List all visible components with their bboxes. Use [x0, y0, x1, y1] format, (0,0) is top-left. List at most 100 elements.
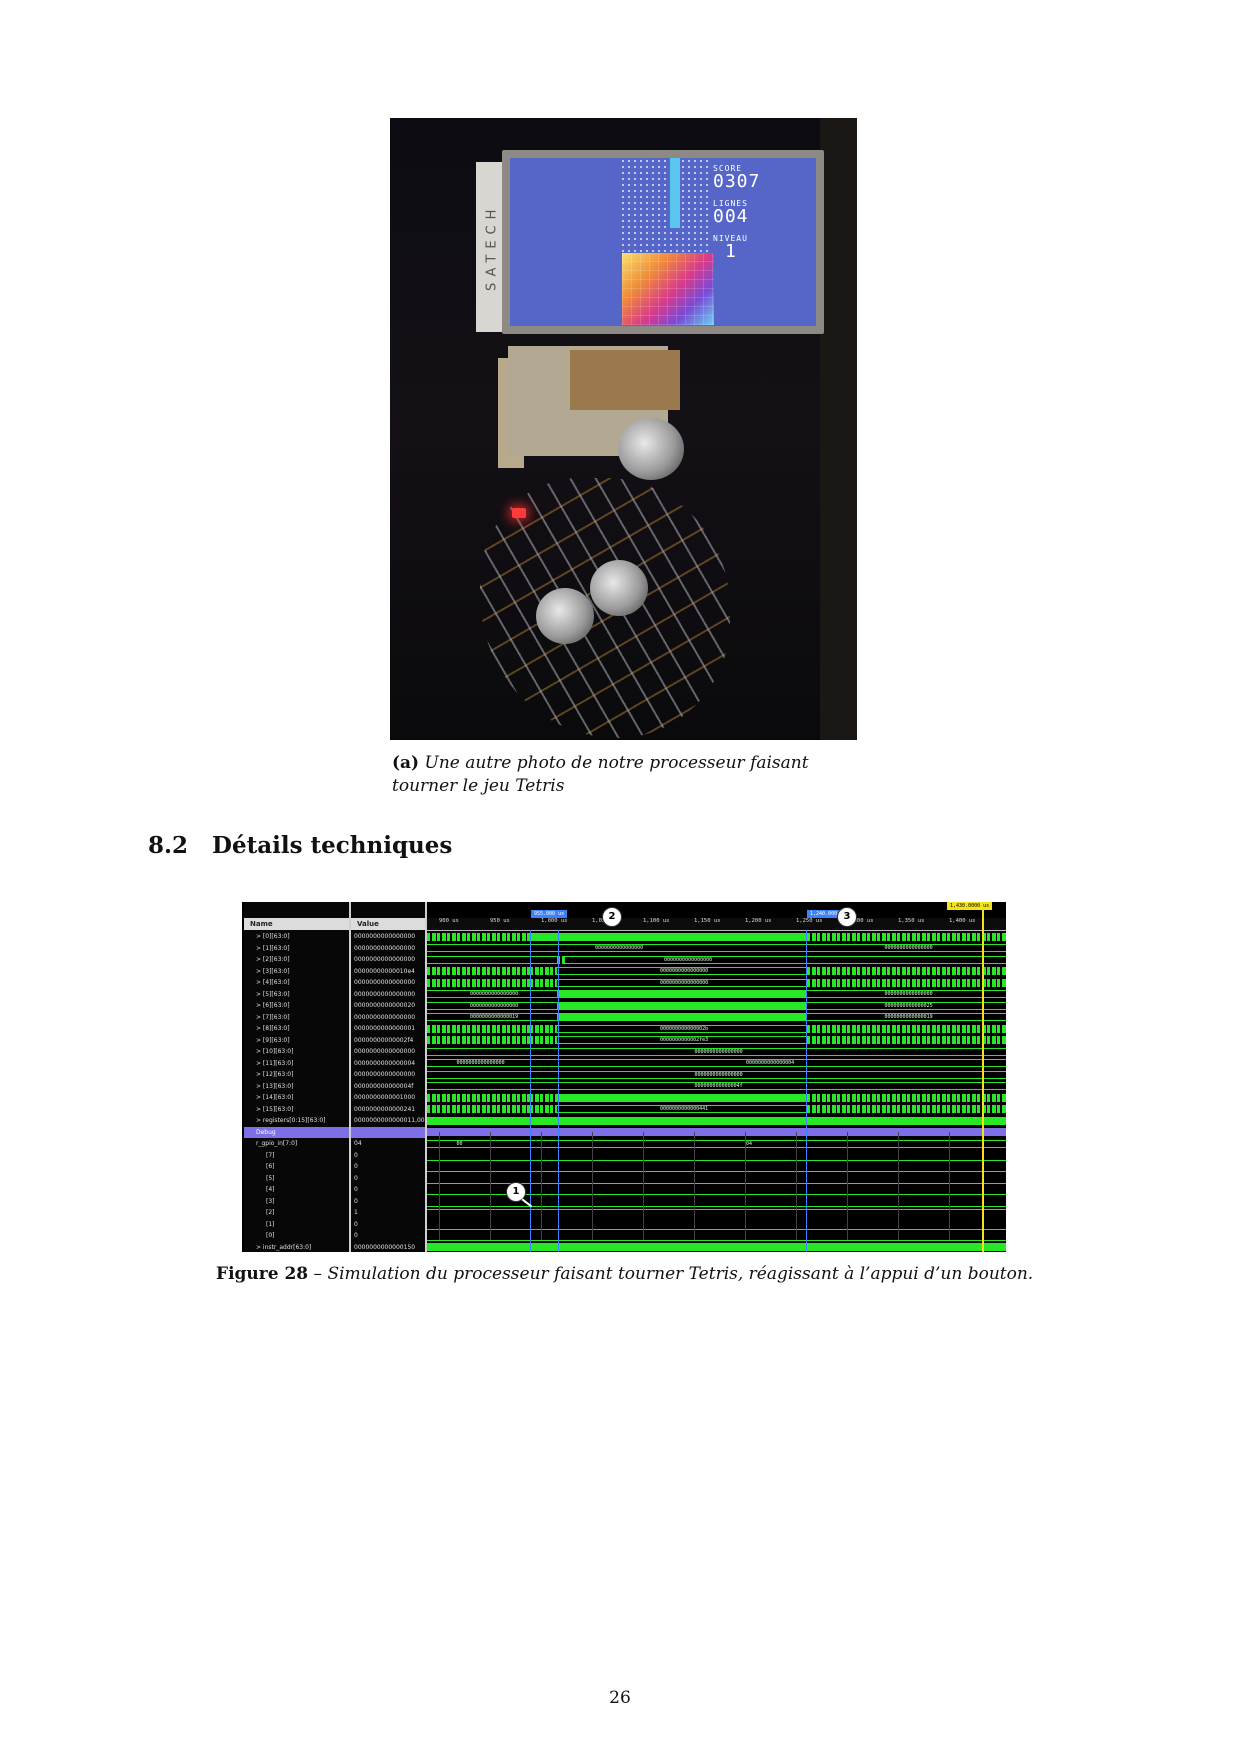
signal-name[interactable]: [3]: [244, 1196, 349, 1208]
bus-waveform: 0000000000000000: [427, 978, 1006, 987]
signal-value: 0000000000000020: [354, 1002, 416, 1009]
signal-name[interactable]: > [5][63:0]: [244, 989, 349, 1001]
subfigure-label: (a): [392, 753, 420, 773]
section-number: 8.2: [148, 832, 189, 859]
red-led: [512, 508, 526, 518]
signal-name[interactable]: > [4][63:0]: [244, 977, 349, 989]
bit-waveform: [427, 1171, 1006, 1172]
signal-name[interactable]: [4]: [244, 1184, 349, 1196]
value-column-header: Value: [351, 918, 425, 930]
grid-line: [490, 1132, 491, 1240]
bus-segment: [557, 1001, 807, 1010]
grid-line: [898, 1132, 899, 1240]
bus-waveform: 0000000000002fe3: [427, 1036, 1006, 1044]
falling-piece: [670, 158, 680, 228]
bus-segment: [530, 1105, 557, 1113]
signal-value: 04: [354, 1140, 362, 1147]
bus-segment: [807, 1105, 1006, 1113]
bus-value-label: 0000000000000000: [884, 991, 933, 997]
signal-value: 1: [354, 1209, 358, 1216]
signal-name[interactable]: > [9][63:0]: [244, 1035, 349, 1047]
signal-name[interactable]: [7]: [244, 1150, 349, 1162]
bus-segment: [807, 1024, 1006, 1033]
bus-value-label: 0000000000000000: [456, 1060, 505, 1066]
bus-value-label: 0000000000000000: [470, 1002, 519, 1009]
signal-name[interactable]: [1]: [244, 1219, 349, 1231]
bus-value-label: 0000000000000000: [884, 945, 933, 951]
signal-name[interactable]: > [10][63:0]: [244, 1046, 349, 1058]
signal-name[interactable]: > instr_addr[63:0]: [244, 1242, 349, 1253]
bus-value-label: 0000000000000004: [746, 1060, 795, 1066]
caption-dash: –: [313, 1264, 323, 1284]
bus-waveform: 0000000000000000 0000000000000025: [427, 1001, 1006, 1010]
bus-waveform: 0000000000000000: [427, 955, 1006, 964]
bus-waveform: 0000000000000000: [427, 1047, 1006, 1056]
signal-name[interactable]: > [12][63:0]: [244, 1069, 349, 1081]
bus-value-label: 0000000000000000: [660, 979, 709, 986]
time-tick-label: 1,000 us: [541, 918, 568, 924]
bus-waveform: [427, 1128, 1006, 1136]
signal-name[interactable]: > [13][63:0]: [244, 1081, 349, 1093]
waveform-area: 900 us950 us1,000 us1,050 us1,100 us1,15…: [427, 902, 1006, 1252]
bus-segment: [530, 978, 557, 987]
signal-name[interactable]: > [6][63:0]: [244, 1000, 349, 1012]
bus-segment: [807, 967, 1006, 975]
signal-name[interactable]: [0]: [244, 1230, 349, 1242]
signal-name[interactable]: > [7][63:0]: [244, 1012, 349, 1024]
time-tick-label: 1,350 us: [898, 918, 925, 924]
signal-value: 0000000000000000: [354, 1071, 416, 1078]
pcb-board: [570, 350, 680, 410]
bus-waveform: 0000000000000441: [427, 1105, 1006, 1113]
bit-waveform: [427, 1159, 1006, 1161]
signal-name[interactable]: > [11][63:0]: [244, 1058, 349, 1070]
bus-segment: [427, 1024, 530, 1033]
bus-segment: [427, 1093, 530, 1102]
bus-value-label: 00: [456, 1140, 463, 1147]
bus-segment: [557, 990, 807, 998]
signal-name[interactable]: > [3][63:0]: [244, 966, 349, 978]
bus-value-label: 0000000000002fe3: [660, 1037, 709, 1043]
bus-segment: [807, 1093, 1006, 1102]
bus-waveform: 0000000000000019 0000000000000019: [427, 1013, 1006, 1021]
signal-name[interactable]: r_gpio_in[7:0]: [244, 1138, 349, 1150]
signal-name[interactable]: > [14][63:0]: [244, 1092, 349, 1104]
time-tick-label: 900 us: [439, 918, 459, 924]
signal-name[interactable]: [2]: [244, 1207, 349, 1219]
signal-value: 0000000000000000: [354, 933, 416, 940]
bus-segment: [427, 1243, 1006, 1251]
bus-segment: [530, 967, 557, 975]
signal-name[interactable]: > [15][63:0]: [244, 1104, 349, 1116]
signal-name[interactable]: > [8][63:0]: [244, 1023, 349, 1035]
time-tick-label: 950 us: [490, 918, 510, 924]
bit-waveform: [427, 1240, 1006, 1241]
signal-name[interactable]: > registers[0:15][63:0]: [244, 1115, 349, 1127]
bus-segment: [557, 1013, 807, 1021]
signal-name[interactable]: > [1][63:0]: [244, 943, 349, 955]
bus-segment: [530, 1036, 557, 1044]
signal-value: 0000000000000000: [354, 956, 416, 963]
signal-value: 0000000000000000: [354, 1048, 416, 1055]
bus-segment: [530, 1093, 557, 1102]
waveform-viewer: Name Value > [0][63:0] 0000000000000000 > …: [242, 902, 1006, 1252]
signal-name[interactable]: [5]: [244, 1173, 349, 1185]
section-title: Détails techniques: [212, 832, 453, 859]
time-tick-label: 1,200 us: [745, 918, 772, 924]
grid-line: [592, 1132, 593, 1240]
level-value: 1: [725, 241, 737, 262]
tetris-stack: [622, 253, 714, 325]
bus-segment: [530, 1139, 1006, 1148]
signal-name[interactable]: > [2][63:0]: [244, 954, 349, 966]
grid-line: [694, 1132, 695, 1240]
signal-value: 0: [354, 1186, 358, 1193]
signal-name[interactable]: > [0][63:0]: [244, 931, 349, 943]
signal-value: 0000000000000241: [354, 1105, 416, 1113]
bus-waveform: 0000000000000000 0000000000000004: [427, 1059, 1006, 1067]
signal-value: 0000000000000000: [354, 1013, 416, 1021]
bus-value-label: 0000000000000000: [694, 1048, 743, 1055]
arcade-button: [590, 560, 648, 616]
signal-name[interactable]: Debug: [244, 1126, 349, 1138]
bus-value-label: 0000000000000000: [470, 991, 519, 997]
signal-value: 0: [354, 1232, 358, 1239]
signal-name[interactable]: [6]: [244, 1161, 349, 1173]
marker-line: [806, 930, 807, 1252]
